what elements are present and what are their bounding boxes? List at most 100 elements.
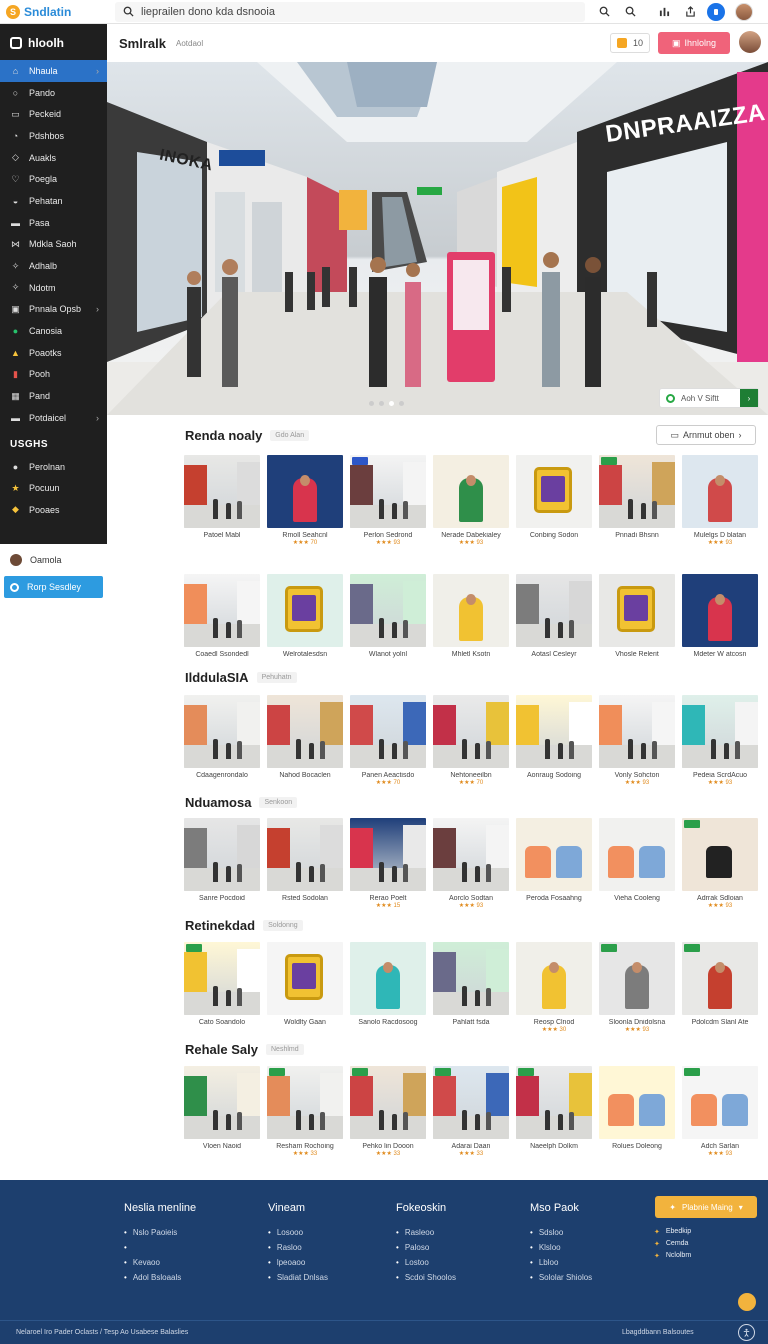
product-card[interactable]: Naeelph Dolkm [516,1066,592,1157]
product-image[interactable] [267,695,343,768]
product-card[interactable]: Mulelgs D blatan ★★★ 93 [682,455,758,546]
footer-list-item[interactable]: ✦ Nclolbm [654,1252,691,1260]
sidebar-item[interactable]: ▲ Poaotks [0,342,107,364]
carousel-dot[interactable] [389,401,394,406]
product-card[interactable]: Sanolo Racdosoog [350,942,426,1033]
product-image[interactable] [599,1066,675,1139]
footer-link[interactable]: • Nslo Paoieis [124,1228,196,1237]
zoom-icon[interactable] [623,5,637,19]
product-image[interactable] [516,818,592,891]
hero-badge[interactable]: Aoh V Siftt › [659,388,759,408]
product-card[interactable]: Cdaagenrondalo [184,695,260,786]
brand[interactable]: S Sndlatin [0,0,107,24]
carousel-dot[interactable] [369,401,374,406]
footer-link[interactable]: • Sdsloo [530,1228,592,1237]
product-card[interactable]: Peroda Fosaahng [516,818,592,909]
sidebar-item[interactable]: ✧ Ndotm [0,277,107,299]
product-image[interactable] [267,574,343,647]
product-image[interactable] [267,942,343,1015]
product-card[interactable]: Adrrak Sdloian ★★★ 93 [682,818,758,909]
sidebar-item[interactable]: ▭ Peckeid [0,103,107,125]
chart-icon[interactable] [657,5,671,19]
product-card[interactable]: Patoel Mabl [184,455,260,546]
sidebar-item[interactable]: ▬ Potdaicel › [0,407,107,429]
product-image[interactable] [350,574,426,647]
product-card[interactable]: Welrotalesdsn [267,574,343,658]
product-image[interactable] [267,818,343,891]
footer-link[interactable]: • Sladiat Dnlsas [268,1273,328,1282]
product-card[interactable]: Pdolcdm Slanl Ate [682,942,758,1033]
product-card[interactable]: Pnnadi Bhsnn [599,455,675,546]
sidebar-item[interactable]: ★ Pocuun [0,477,107,499]
product-card[interactable]: Wlanot yolnl [350,574,426,658]
footer-link[interactable]: • Lostoo [396,1258,456,1267]
product-image[interactable] [682,455,758,528]
header-chip[interactable]: 10 [610,33,650,53]
product-image[interactable] [682,818,758,891]
sidebar-item[interactable]: ● Canosia [0,320,107,342]
footer-link[interactable]: • Scdoi Shoolos [396,1273,456,1282]
product-image[interactable] [682,574,758,647]
product-image[interactable] [350,818,426,891]
product-image[interactable] [599,574,675,647]
header-primary-button[interactable]: ▣ Ihnlolng [658,32,730,54]
product-image[interactable] [433,695,509,768]
product-card[interactable]: Nerade Dabekialey ★★★ 93 [433,455,509,546]
sidebar-action-button[interactable]: Rorp Sesdley [4,576,103,598]
product-card[interactable]: Woldlty Gaan [267,942,343,1033]
product-card[interactable]: Mdeter W atcosn [682,574,758,658]
product-card[interactable]: Aorclo Sodtan ★★★ 93 [433,818,509,909]
product-image[interactable] [433,818,509,891]
product-card[interactable]: Sanre Pocdoid [184,818,260,909]
view-all-button[interactable]: ▭ Arnmut oben › [656,425,756,445]
product-image[interactable] [184,942,260,1015]
sidebar-item[interactable]: ⌂ Nhaula › [0,60,107,82]
product-card[interactable]: Adch Sarlan ★★★ 93 [682,1066,758,1157]
product-image[interactable] [433,455,509,528]
product-image[interactable] [599,455,675,528]
chat-icon[interactable] [738,1293,756,1311]
product-card[interactable]: Adarai Daan ★★★ 33 [433,1066,509,1157]
product-image[interactable] [267,1066,343,1139]
footer-list-item[interactable]: ✦ Cemda [654,1240,691,1248]
product-image[interactable] [184,818,260,891]
sidebar-item[interactable]: ○ Pando [0,82,107,104]
product-card[interactable]: Conbing Sodon [516,455,592,546]
accessibility-icon[interactable] [738,1324,755,1341]
footer-link[interactable]: • Losooo [268,1228,328,1237]
hero-banner[interactable]: DNPRAAIZZA INOKA Aoh V Siftt › [107,62,768,415]
notification-icon[interactable] [707,2,725,21]
footer-list-item[interactable]: ✦ Ebedkip [654,1228,691,1236]
product-card[interactable]: Aonraug Sodoing [516,695,592,786]
product-image[interactable] [516,1066,592,1139]
search-bar[interactable]: lieprailen dono kda dsnooia [115,1,585,22]
sidebar-item[interactable]: ▦ Pand [0,385,107,407]
product-image[interactable] [682,1066,758,1139]
product-card[interactable]: Perlon Sedrond ★★★ 93 [350,455,426,546]
product-image[interactable] [433,942,509,1015]
product-card[interactable]: Vonly Sohcton ★★★ 93 [599,695,675,786]
footer-link[interactable]: • Lbloo [530,1258,592,1267]
carousel-dot[interactable] [379,401,384,406]
sidebar-item[interactable]: ✧ Adhalb [0,255,107,277]
product-image[interactable] [350,1066,426,1139]
product-image[interactable] [516,455,592,528]
sidebar-item[interactable]: ● Perolnan [0,456,107,478]
product-card[interactable]: Nehtoneeilbn ★★★ 70 [433,695,509,786]
product-image[interactable] [682,942,758,1015]
search-icon[interactable] [597,5,611,19]
product-image[interactable] [599,818,675,891]
sidebar-item[interactable]: ⋈ Mdkla Saoh [0,234,107,256]
product-card[interactable]: Rmoll Seahcnl ★★★ 70 [267,455,343,546]
footer-link[interactable]: • Klsloo [530,1243,592,1252]
product-image[interactable] [433,1066,509,1139]
product-card[interactable]: Sloonla Dnidolsna ★★★ 93 [599,942,675,1033]
sidebar-item[interactable]: ◇ Auakls [0,147,107,169]
footer-cta-button[interactable]: ✦ Plabnie Maing ▾ [655,1196,757,1218]
carousel-dots[interactable] [369,401,404,406]
footer-link[interactable]: • Rasleoo [396,1228,456,1237]
sidebar-item[interactable]: ◒ Pehatan [0,190,107,212]
footer-link[interactable]: • Sololar Shiolos [530,1273,592,1282]
footer-link[interactable]: • Paloso [396,1243,456,1252]
product-image[interactable] [433,574,509,647]
